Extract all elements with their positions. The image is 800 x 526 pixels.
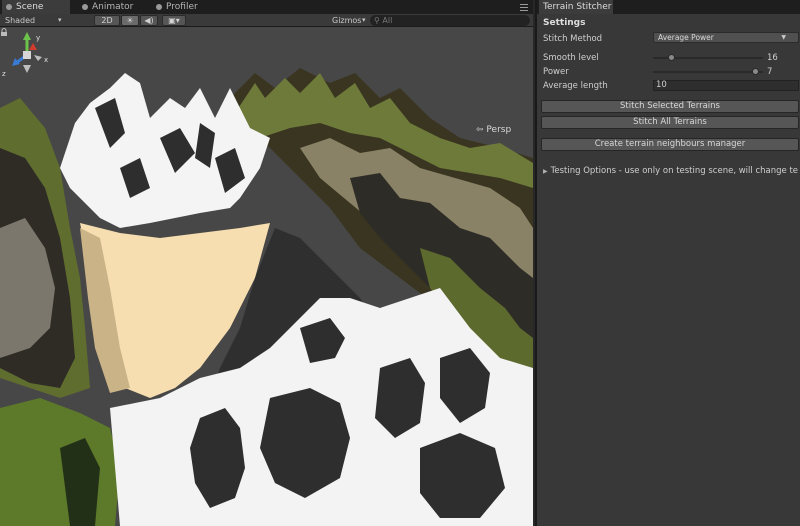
orientation-gizmo-icon[interactable]: y z x: [0, 28, 54, 82]
smooth-level-field[interactable]: 16: [765, 53, 799, 63]
foldout-arrow-icon: ▶: [543, 168, 548, 175]
tab-scene[interactable]: Scene: [2, 0, 70, 14]
shading-dropdown-arrow-icon: ▾: [58, 16, 62, 24]
lock-icon[interactable]: [0, 28, 8, 36]
average-length-field[interactable]: 10: [653, 80, 799, 91]
gizmos-arrow-icon: ▾: [362, 16, 366, 24]
lighting-toggle-icon[interactable]: ☀: [121, 15, 139, 26]
settings-heading: Settings: [543, 18, 586, 28]
svg-text:y: y: [36, 34, 40, 42]
power-label: Power: [543, 67, 569, 77]
scene-search-placeholder: All: [382, 16, 393, 25]
shading-mode-dropdown[interactable]: Shaded: [5, 14, 35, 27]
tab-scene-label: Scene: [16, 2, 44, 12]
scene-tabbar: Scene Animator Profiler: [0, 0, 533, 14]
inspector-tabbar: Terrain Stitcher: [537, 0, 800, 14]
stitch-method-value: Average Power: [658, 33, 714, 42]
average-length-label: Average length: [543, 81, 608, 91]
smooth-level-thumb[interactable]: [668, 54, 675, 61]
testing-options-foldout[interactable]: ▶ Testing Options - use only on testing s…: [543, 166, 800, 176]
tab-profiler-label: Profiler: [166, 2, 198, 12]
tab-terrain-stitcher[interactable]: Terrain Stitcher: [539, 0, 613, 14]
gizmos-dropdown[interactable]: Gizmos: [332, 14, 361, 27]
animator-tab-icon: [82, 4, 88, 10]
svg-text:x: x: [44, 56, 48, 64]
tab-profiler[interactable]: Profiler: [152, 0, 222, 14]
scene-search-input[interactable]: ⚲ All: [370, 15, 530, 26]
power-slider[interactable]: [653, 67, 763, 77]
persp-label: Persp: [486, 125, 512, 135]
create-manager-button[interactable]: Create terrain neighbours manager: [541, 138, 799, 151]
audio-toggle-icon[interactable]: ◀): [140, 15, 158, 26]
power-track: [653, 71, 763, 73]
persp-icon: ⇦: [476, 125, 484, 135]
terrain-stitcher-panel: Terrain Stitcher Settings Stitch Method …: [535, 0, 800, 526]
stitch-selected-button[interactable]: Stitch Selected Terrains: [541, 100, 799, 113]
power-thumb[interactable]: [752, 68, 759, 75]
smooth-level-label: Smooth level: [543, 53, 599, 63]
profiler-tab-icon: [156, 4, 162, 10]
stitch-method-dropdown[interactable]: Average Power ▼: [653, 32, 799, 43]
tab-menu-icon[interactable]: [519, 2, 529, 12]
tab-animator[interactable]: Animator: [78, 0, 148, 14]
grass-patch: [0, 398, 120, 526]
effects-toggle-icon[interactable]: ▣▾: [162, 15, 186, 26]
mode-2d-button[interactable]: 2D: [94, 15, 120, 26]
dropdown-arrow-icon: ▼: [781, 34, 786, 41]
testing-options-label: Testing Options - use only on testing sc…: [550, 166, 799, 176]
scene-toolbar: Shaded ▾ 2D ☀ ◀) ▣▾ Gizmos ▾ ⚲ All: [0, 14, 533, 27]
svg-text:z: z: [2, 70, 6, 78]
scene-viewport[interactable]: y z x ⇦ Persp: [0, 28, 533, 526]
power-field[interactable]: 7: [765, 67, 799, 77]
tab-animator-label: Animator: [92, 2, 134, 12]
stitch-method-label: Stitch Method: [543, 34, 603, 44]
stitch-all-button[interactable]: Stitch All Terrains: [541, 116, 799, 129]
scene-tab-icon: [6, 4, 12, 10]
projection-label[interactable]: ⇦ Persp: [476, 125, 511, 135]
search-icon: ⚲: [374, 16, 380, 25]
smooth-level-slider[interactable]: [653, 53, 763, 63]
terrain-render: [0, 68, 533, 526]
scene-panel: Scene Animator Profiler Shaded ▾ 2D ☀ ◀)…: [0, 0, 533, 526]
